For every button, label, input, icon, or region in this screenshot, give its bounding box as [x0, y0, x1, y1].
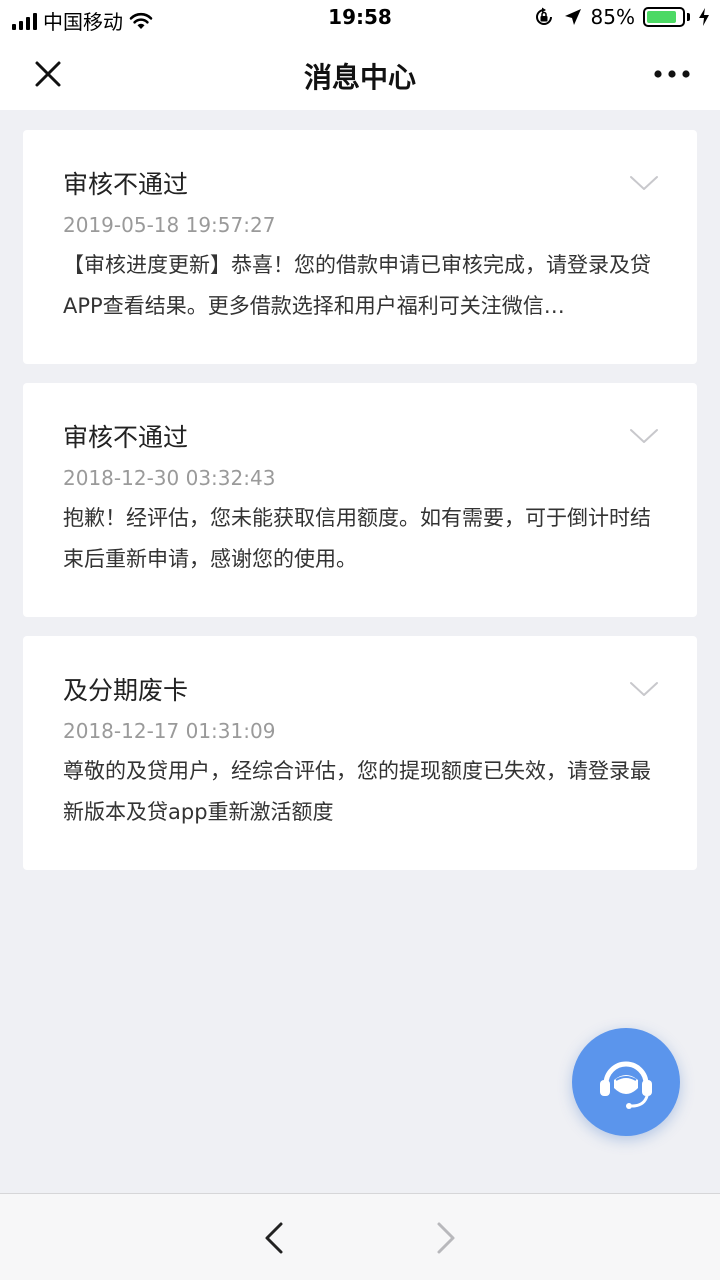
chevron-down-icon[interactable] [629, 427, 659, 445]
page-title: 消息中心 [303, 61, 416, 94]
customer-service-button[interactable] [572, 1028, 680, 1136]
message-time: 2018-12-17 01:31:09 [63, 719, 276, 743]
bottom-nav-bar [0, 1193, 720, 1280]
battery-icon [643, 7, 685, 27]
battery-cap [687, 13, 690, 21]
charging-icon [699, 8, 709, 26]
battery-fill [647, 11, 676, 23]
nav-bar: 消息中心 [0, 36, 720, 110]
message-body: 尊敬的及贷用户，经综合评估，您的提现额度已失效，请登录最新版本及贷app重新激活… [63, 759, 651, 824]
status-bar: 中国移动 19:58 85% [0, 0, 720, 36]
chevron-left-icon[interactable] [262, 1220, 286, 1256]
message-time: 2019-05-18 19:57:27 [63, 213, 276, 237]
chevron-down-icon[interactable] [629, 680, 659, 698]
chevron-down-icon[interactable] [629, 174, 659, 192]
chevron-right-icon[interactable] [434, 1220, 458, 1256]
message-title: 及分期废卡 [63, 676, 189, 705]
message-title: 审核不通过 [63, 423, 189, 452]
customer-service-icon [600, 1061, 652, 1109]
message-card[interactable]: 审核不通过 2018-12-30 03:32:43 抱歉！经评估，您未能获取信用… [23, 383, 697, 617]
battery-percent: 85% [590, 5, 635, 29]
message-title: 审核不通过 [63, 170, 189, 199]
rotation-lock-icon [535, 7, 552, 25]
status-right: 85% [533, 5, 710, 29]
more-icon[interactable] [652, 60, 692, 88]
message-body: 【审核进度更新】恭喜！您的借款申请已审核完成，请登录及贷APP查看结果。更多借款… [63, 253, 651, 318]
location-icon [564, 9, 581, 25]
message-time: 2018-12-30 03:32:43 [63, 466, 276, 490]
message-body: 抱歉！经评估，您未能获取信用额度。如有需要，可于倒计时结束后重新申请，感谢您的使… [63, 506, 651, 571]
message-card[interactable]: 及分期废卡 2018-12-17 01:31:09 尊敬的及贷用户，经综合评估，… [23, 636, 697, 870]
message-card[interactable]: 审核不通过 2019-05-18 19:57:27 【审核进度更新】恭喜！您的借… [23, 130, 697, 364]
message-list: 审核不通过 2019-05-18 19:57:27 【审核进度更新】恭喜！您的借… [23, 130, 697, 889]
